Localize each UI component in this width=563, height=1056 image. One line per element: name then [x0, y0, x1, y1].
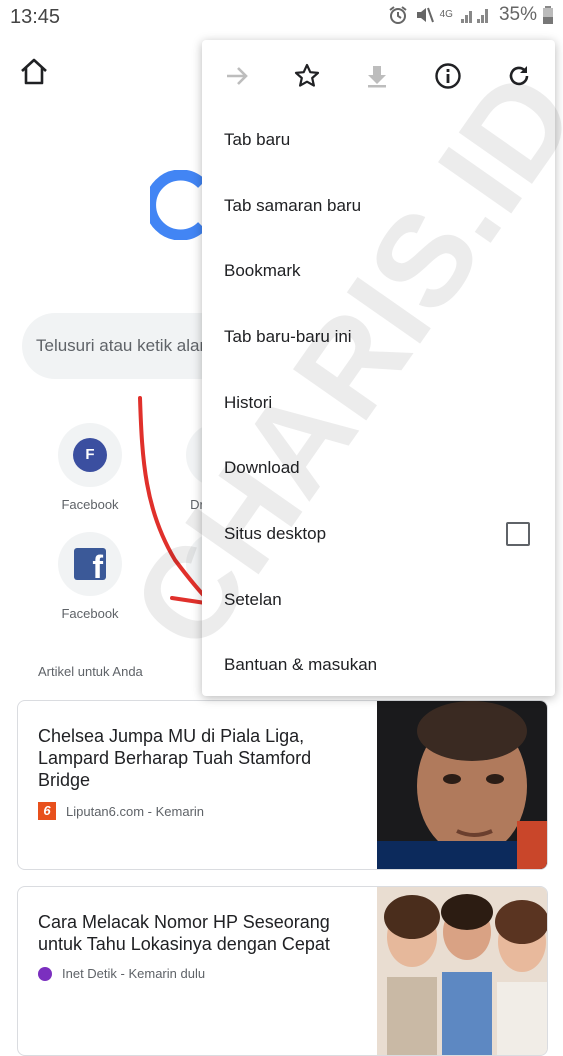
bookmark-star-button[interactable] [289, 58, 325, 94]
download-button[interactable] [359, 58, 395, 94]
menu-item-help-feedback[interactable]: Bantuan & masukan [224, 655, 377, 675]
forward-icon [227, 67, 248, 85]
chrome-overflow-menu: Tab baru Tab samaran baru Bookmark Tab b… [202, 40, 555, 696]
menu-item-desktop-site[interactable]: Situs desktop [224, 524, 326, 544]
menu-item-history[interactable]: Histori [224, 393, 272, 413]
menu-item-bookmarks[interactable]: Bookmark [224, 261, 301, 281]
info-button[interactable] [430, 58, 466, 94]
menu-item-recent-tabs[interactable]: Tab baru-baru ini [224, 327, 352, 347]
menu-toolbar [202, 40, 555, 110]
reload-button[interactable] [501, 58, 537, 94]
menu-item-settings[interactable]: Setelan [224, 590, 282, 610]
download-icon [368, 66, 386, 88]
bookmark-star-icon [294, 63, 320, 87]
menu-item-downloads[interactable]: Download [224, 458, 300, 478]
desktop-site-checkbox[interactable] [506, 522, 530, 546]
menu-item-incognito-tab[interactable]: Tab samaran baru [224, 196, 361, 216]
forward-button[interactable] [219, 58, 255, 94]
info-icon [435, 63, 461, 89]
reload-icon [509, 66, 529, 86]
menu-item-new-tab[interactable]: Tab baru [224, 130, 290, 150]
